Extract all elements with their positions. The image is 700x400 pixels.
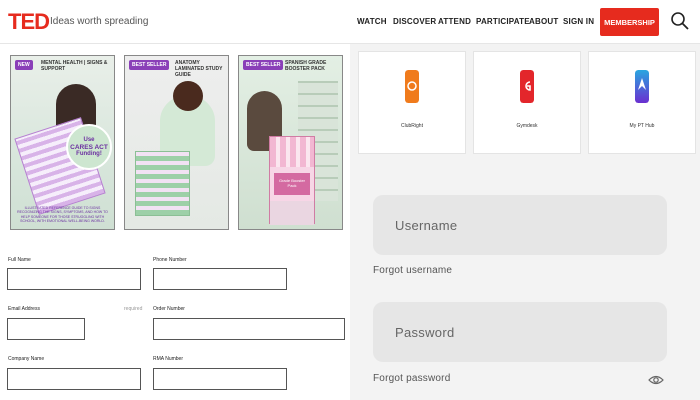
clubright-logo-icon	[405, 70, 419, 103]
phone-number-label: Phone Number	[153, 257, 187, 263]
required-note: required	[124, 306, 143, 312]
membership-button[interactable]: MEMBERSHIP	[600, 8, 659, 36]
app-card-gymdesk[interactable]: Gymdesk	[473, 51, 581, 154]
bubble-line-1: Use	[83, 136, 95, 143]
password-placeholder: Password	[395, 325, 455, 340]
nav-discover[interactable]: DISCOVER	[393, 17, 436, 26]
nav-about[interactable]: ABOUT	[529, 17, 558, 26]
app-name: ClubRight	[401, 123, 423, 129]
rma-number-label: RMA Number	[153, 356, 184, 362]
app-card-my-pt-hub[interactable]: My PT Hub	[588, 51, 696, 154]
product-photo-head	[173, 81, 203, 111]
gymdesk-logo-icon	[520, 70, 534, 103]
full-name-field[interactable]	[7, 268, 141, 290]
product-title: MENTAL HEALTH | SIGNS & SUPPORT	[41, 60, 108, 72]
ted-logo[interactable]: TED	[8, 9, 50, 35]
company-name-field[interactable]	[7, 368, 141, 390]
product-title: SPANISH GRADE BOOSTER PACK	[285, 60, 327, 72]
nav-participate[interactable]: PARTICIPATE	[476, 17, 530, 26]
email-address-field[interactable]	[7, 318, 85, 340]
password-input[interactable]: Password	[373, 302, 667, 362]
phone-number-field[interactable]	[153, 268, 287, 290]
app-name: My PT Hub	[629, 123, 655, 129]
email-address-label: Email Address	[8, 306, 40, 312]
bubble-line-2: CARES ACT	[70, 143, 108, 151]
forgot-username-link[interactable]: Forgot username	[373, 265, 452, 276]
nav-attend[interactable]: ATTEND	[438, 17, 471, 26]
product-title: ANATOMY LAMINATED STUDY GUIDE	[175, 60, 223, 78]
booklet-base	[270, 201, 314, 225]
my-pt-hub-logo-icon	[635, 70, 649, 103]
booklet-cover	[270, 137, 314, 167]
bubble-line-3: Funding!	[76, 150, 102, 157]
company-name-label: Company Name	[8, 356, 45, 362]
page: TED Ideas worth spreading WATCH DISCOVER…	[0, 0, 700, 400]
top-navigation-bar: TED Ideas worth spreading WATCH DISCOVER…	[0, 0, 700, 44]
app-name: Gymdesk	[516, 123, 538, 129]
product-badge: BEST SELLER	[129, 60, 170, 70]
product-badge: NEW	[15, 60, 33, 70]
product-card-spanish[interactable]: BEST SELLER SPANISH GRADE BOOSTER PACK G…	[238, 55, 343, 230]
product-card-mental-health[interactable]: NEW MENTAL HEALTH | SIGNS & SUPPORT Use …	[10, 55, 115, 230]
rma-number-field[interactable]	[153, 368, 287, 390]
order-number-label: Order Number	[153, 306, 185, 312]
forgot-password-link[interactable]: Forgot password	[373, 373, 450, 384]
product-badge: BEST SELLER	[243, 60, 284, 70]
guide-image	[135, 151, 190, 216]
nav-watch[interactable]: WATCH	[357, 17, 387, 26]
app-card-clubright[interactable]: ClubRight	[358, 51, 466, 154]
cares-act-badge: Use CARES ACT Funding!	[66, 124, 112, 170]
booklet-image: Grade Booster Pack	[269, 136, 315, 225]
product-description: ILLUSTRATED REFERENCE GUIDE TO SIGNS REC…	[17, 206, 108, 223]
booklet-label: Grade Booster Pack	[274, 173, 310, 195]
eye-icon[interactable]	[648, 374, 664, 386]
nav-sign-in[interactable]: SIGN IN	[563, 17, 594, 26]
full-name-label: Full Name	[8, 257, 31, 263]
username-placeholder: Username	[395, 218, 458, 233]
username-input[interactable]: Username	[373, 195, 667, 255]
product-card-anatomy[interactable]: BEST SELLER ANATOMY LAMINATED STUDY GUID…	[124, 55, 229, 230]
tagline: Ideas worth spreading	[50, 16, 149, 27]
order-number-field[interactable]	[153, 318, 345, 340]
search-icon[interactable]	[670, 11, 690, 31]
